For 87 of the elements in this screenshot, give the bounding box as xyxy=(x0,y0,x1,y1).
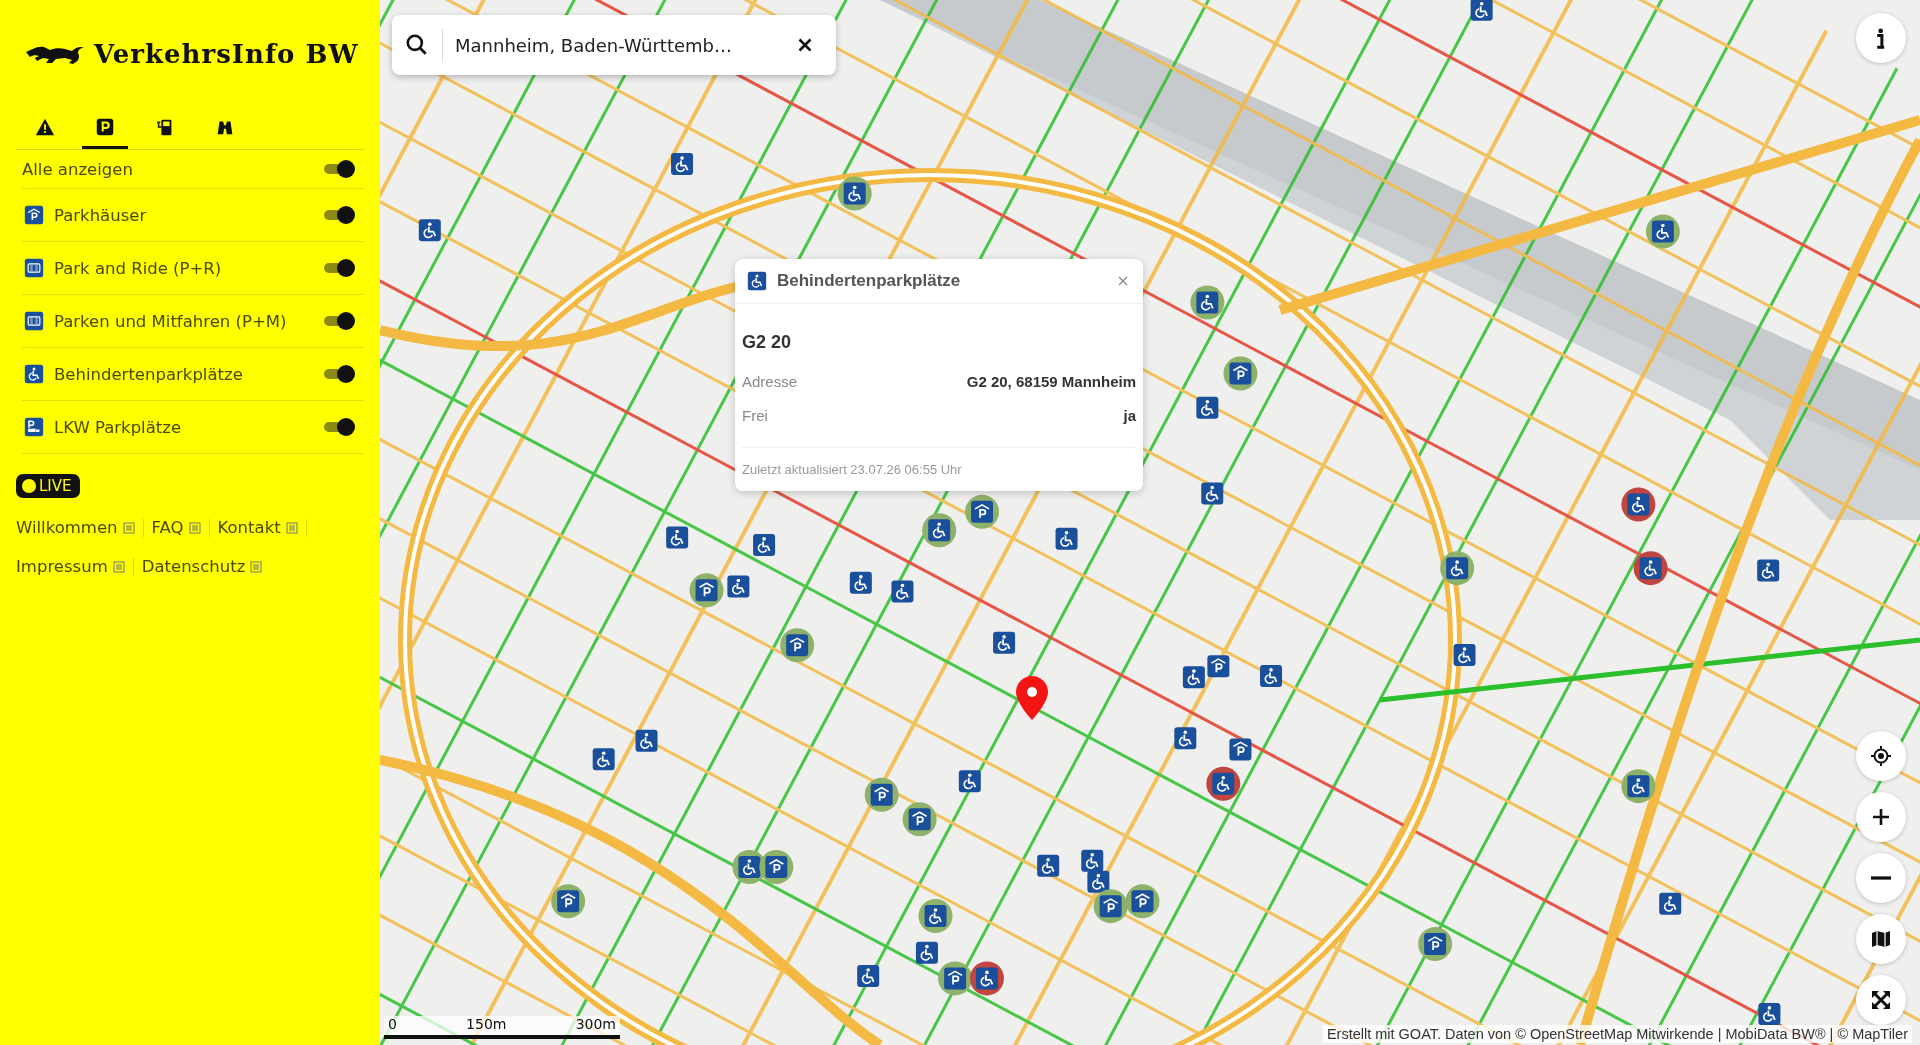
parking-garage-marker[interactable] xyxy=(759,849,794,884)
parking-garage-marker[interactable] xyxy=(1229,738,1252,761)
footer-link[interactable]: FAQ xyxy=(151,518,184,537)
wheelchair-marker[interactable] xyxy=(592,748,615,771)
wheelchair-marker[interactable] xyxy=(1621,487,1656,522)
location-pin-icon xyxy=(1016,676,1048,720)
field-value: G2 20, 68159 Mannheim xyxy=(966,373,1136,390)
parking-garage-marker[interactable] xyxy=(1093,889,1128,924)
wheelchair-icon xyxy=(747,271,767,291)
parking-garage-marker[interactable] xyxy=(780,628,815,663)
field-value: ja xyxy=(1123,407,1136,424)
field-label: Frei xyxy=(742,407,768,424)
wheelchair-marker[interactable] xyxy=(922,513,957,548)
app-title[interactable]: VerkehrsInfo BW xyxy=(94,39,359,69)
zoom-out-icon xyxy=(1871,876,1891,880)
document-icon xyxy=(188,521,201,534)
show-all-label: Alle anzeigen xyxy=(22,159,134,179)
wheelchair-marker[interactable] xyxy=(958,770,981,793)
wheelchair-marker[interactable] xyxy=(1201,482,1224,505)
footer-link[interactable]: Willkommen xyxy=(16,518,118,537)
wheelchair-marker[interactable] xyxy=(891,580,914,603)
parking-garage-marker[interactable] xyxy=(902,802,937,837)
search-field[interactable]: Mannheim, Baden-Württemb… xyxy=(392,15,836,75)
parking-icon xyxy=(94,116,116,138)
wheelchair-marker[interactable] xyxy=(1757,559,1780,582)
wheelchair-marker[interactable] xyxy=(993,631,1016,654)
parking-garage-marker[interactable] xyxy=(864,777,899,812)
park-ride-icon xyxy=(24,311,44,331)
footer-link[interactable]: Impressum xyxy=(16,557,108,576)
wheelchair-marker[interactable] xyxy=(1196,396,1219,419)
wheelchair-marker[interactable] xyxy=(1645,214,1680,249)
wheelchair-marker[interactable] xyxy=(1182,666,1205,689)
wheelchair-marker[interactable] xyxy=(1633,551,1668,586)
field-label: Adresse xyxy=(742,373,798,390)
document-icon xyxy=(250,560,263,573)
wheelchair-marker[interactable] xyxy=(727,575,750,598)
wheelchair-marker[interactable] xyxy=(1037,854,1060,877)
wheelchair-marker[interactable] xyxy=(1190,285,1225,320)
parking-garage-marker[interactable] xyxy=(938,961,973,996)
parking-garage-marker[interactable] xyxy=(1125,884,1160,919)
wheelchair-marker[interactable] xyxy=(1440,551,1475,586)
wheelchair-marker[interactable] xyxy=(1453,644,1476,667)
parking-garage-marker[interactable] xyxy=(1418,927,1453,962)
park-ride-icon xyxy=(24,258,44,278)
document-icon xyxy=(112,560,125,573)
scale-bar: 0 150m 300m xyxy=(384,1016,620,1039)
wheelchair-icon xyxy=(24,364,44,384)
locate-icon xyxy=(1869,744,1893,768)
wheelchair-marker[interactable] xyxy=(753,533,776,556)
footer-link[interactable]: Datenschutz xyxy=(141,557,246,576)
parking-garage-marker[interactable] xyxy=(965,494,1000,529)
wheelchair-marker[interactable] xyxy=(969,961,1004,996)
wheelchair-marker[interactable] xyxy=(1758,1002,1781,1025)
last-updated-text: Zuletzt aktualisiert 23.07.26 06:55 Uhr xyxy=(742,447,1136,477)
wheelchair-marker[interactable] xyxy=(1470,0,1493,21)
info-icon xyxy=(1876,27,1886,49)
live-badge: LIVE xyxy=(16,474,80,498)
wheelchair-marker[interactable] xyxy=(837,176,872,211)
wheelchair-marker[interactable] xyxy=(418,219,441,242)
document-icon xyxy=(122,521,135,534)
wheelchair-marker[interactable] xyxy=(1081,849,1104,872)
truck-parking-icon xyxy=(24,417,44,437)
parking-garage-icon xyxy=(24,205,44,225)
wheelchair-marker[interactable] xyxy=(666,526,689,549)
popup-category: Behindertenparkplätze xyxy=(777,271,962,291)
parking-garage-marker[interactable] xyxy=(689,573,724,608)
fullscreen-icon xyxy=(1869,988,1893,1012)
footer-link[interactable]: Kontakt xyxy=(217,518,281,537)
wheelchair-marker[interactable] xyxy=(857,964,880,987)
layer-label: LKW Parkplätze xyxy=(54,417,183,437)
wheelchair-marker[interactable] xyxy=(671,153,694,176)
parking-garage-marker[interactable] xyxy=(1207,655,1230,678)
wheelchair-marker[interactable] xyxy=(1621,769,1656,804)
wheelchair-marker[interactable] xyxy=(1260,664,1283,687)
document-icon xyxy=(285,521,298,534)
parking-garage-marker[interactable] xyxy=(551,884,586,919)
popup-title: G2 20 xyxy=(741,331,793,354)
wheelchair-marker[interactable] xyxy=(1206,766,1241,801)
wheelchair-marker[interactable] xyxy=(1174,727,1197,750)
wheelchair-marker[interactable] xyxy=(918,898,953,933)
layer-label: Park and Ride (P+R) xyxy=(54,258,223,278)
layer-label: Behindertenparkplätze xyxy=(54,364,244,384)
layer-label: Parken und Mitfahren (P+M) xyxy=(54,311,288,331)
layer-label: Parkhäuser xyxy=(54,205,148,225)
wheelchair-marker[interactable] xyxy=(1659,892,1682,915)
attribution-text: Erstellt mit GOAT. Daten von © OpenStreetMap Mitwirkende | MobiData BW® | © MapTiler xyxy=(1322,1025,1912,1043)
parking-garage-marker[interactable] xyxy=(1223,356,1258,391)
